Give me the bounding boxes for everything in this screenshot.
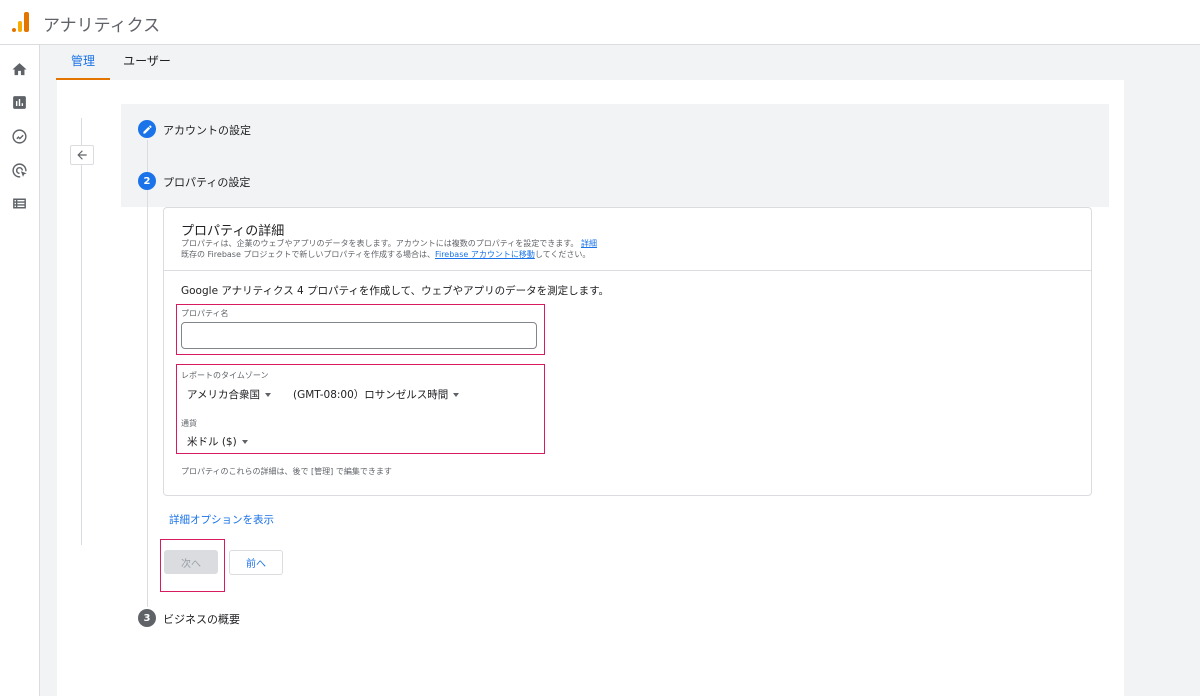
advanced-options-link[interactable]: 詳細オプションを表示 bbox=[169, 512, 274, 527]
firebase-account-link[interactable]: Firebase アカウントに移動 bbox=[435, 250, 535, 259]
timezone-value: (GMT-08:00）ロサンゼルス時間 bbox=[293, 389, 449, 401]
caret-down-icon bbox=[264, 393, 271, 397]
timezone-dropdown[interactable]: (GMT-08:00）ロサンゼルス時間 bbox=[293, 387, 460, 402]
top-bar: アナリティクス bbox=[0, 0, 1200, 45]
card-desc-line-1: プロパティは、企業のウェブやアプリのデータを表します。アカウントには複数のプロパ… bbox=[181, 239, 579, 248]
step-3-number: 3 bbox=[138, 609, 156, 627]
stepper-line bbox=[147, 140, 148, 607]
next-button[interactable]: 次へ bbox=[164, 550, 218, 574]
property-name-label: プロパティ名 bbox=[181, 309, 229, 318]
caret-down-icon bbox=[241, 440, 248, 444]
steps-header bbox=[121, 104, 1109, 207]
analytics-logo-icon[interactable] bbox=[12, 12, 30, 32]
reports-icon[interactable] bbox=[11, 94, 28, 111]
left-nav bbox=[0, 45, 40, 696]
card-description: プロパティは、企業のウェブやアプリのデータを表します。アカウントには複数のプロパ… bbox=[181, 238, 597, 260]
card-desc-line-2-suffix: してください。 bbox=[534, 250, 591, 259]
card-title: プロパティの詳細 bbox=[181, 224, 285, 239]
step-1-edit-icon bbox=[138, 120, 156, 138]
advertising-icon[interactable] bbox=[11, 162, 28, 179]
home-icon[interactable] bbox=[11, 61, 28, 78]
step-2-number: 2 bbox=[138, 172, 156, 190]
step-2-label: プロパティの設定 bbox=[163, 176, 251, 189]
currency-value: 米ドル ($) bbox=[187, 436, 237, 448]
property-name-input[interactable] bbox=[181, 322, 537, 349]
currency-label: 通貨 bbox=[181, 419, 197, 428]
app-title: アナリティクス bbox=[43, 16, 161, 36]
intro-text: Google アナリティクス 4 プロパティを作成して、ウェブやアプリのデータを… bbox=[181, 285, 610, 297]
tab-bar: 管理 ユーザー bbox=[41, 45, 1200, 80]
timezone-country-dropdown[interactable]: アメリカ合衆国 bbox=[187, 387, 271, 402]
timezone-country-value: アメリカ合衆国 bbox=[187, 389, 260, 401]
back-rail-divider bbox=[81, 118, 82, 545]
tab-admin[interactable]: 管理 bbox=[56, 45, 110, 80]
back-button[interactable] bbox=[70, 145, 94, 165]
step-1-label[interactable]: アカウントの設定 bbox=[163, 122, 251, 138]
learn-more-link[interactable]: 詳細 bbox=[581, 239, 597, 248]
card-desc-line-2-prefix: 既存の Firebase プロジェクトで新しいプロパティを作成する場合は、 bbox=[181, 250, 435, 259]
currency-dropdown[interactable]: 米ドル ($) bbox=[187, 434, 248, 449]
explore-icon[interactable] bbox=[11, 128, 28, 145]
timezone-label: レポートのタイムゾーン bbox=[181, 371, 269, 380]
step-3-label: ビジネスの概要 bbox=[163, 613, 240, 626]
edit-later-note: プロパティのこれらの詳細は、後で [管理] で編集できます bbox=[181, 467, 392, 476]
arrow-back-icon bbox=[77, 150, 87, 160]
card-header: プロパティの詳細 プロパティは、企業のウェブやアプリのデータを表します。アカウン… bbox=[164, 208, 1091, 271]
tab-user[interactable]: ユーザー bbox=[121, 45, 173, 80]
configure-icon[interactable] bbox=[11, 195, 28, 212]
prev-button[interactable]: 前へ bbox=[229, 550, 283, 575]
caret-down-icon bbox=[453, 393, 460, 397]
